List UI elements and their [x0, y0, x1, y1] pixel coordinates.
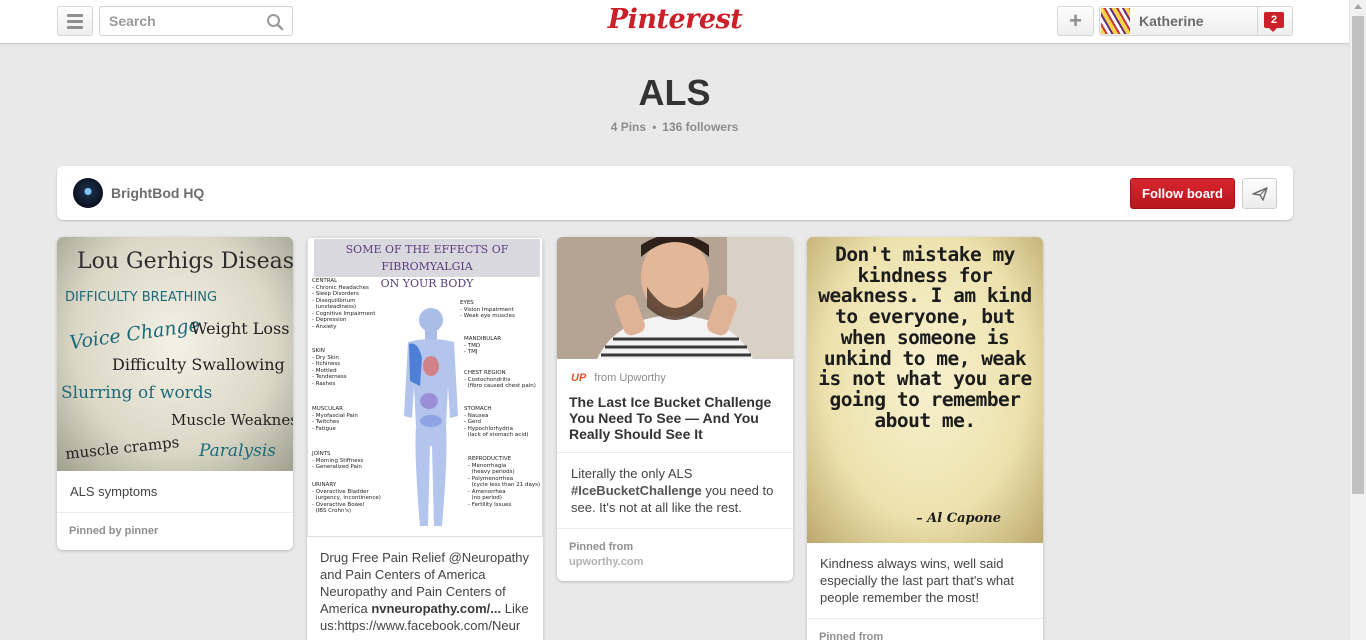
avatar [1101, 8, 1130, 34]
image-heading: SOME OF THE EFFECTS OF FIBROMYALGIA ON Y… [314, 239, 540, 290]
search-icon[interactable] [266, 13, 284, 31]
pin-footer[interactable]: Pinned by pinner [57, 512, 293, 550]
image-text: Paralysis [199, 441, 276, 461]
menu-button[interactable] [57, 6, 93, 36]
image-text: Lou Gerhigs Disease [77, 249, 293, 274]
scroll-thumb[interactable] [1352, 16, 1364, 494]
user-name: Katherine [1139, 13, 1204, 29]
owner-avatar[interactable] [73, 178, 103, 208]
image-text: MANDIBULAR - TMD - TMJ [464, 336, 502, 355]
pin-image[interactable] [557, 237, 793, 359]
plus-icon: + [1069, 8, 1082, 33]
top-bar: Pinterest + Katherine 2 [0, 0, 1349, 44]
image-text: Slurring of words [61, 383, 213, 403]
board-stats: 4 Pins • 136 followers [0, 120, 1349, 134]
pinterest-logo[interactable]: Pinterest [600, 4, 750, 38]
hashtag-link[interactable]: #IceBucketChallenge [571, 483, 702, 498]
image-text: CHEST REGION - Costochondritis (fibro ca… [464, 370, 536, 389]
image-text: muscle cramps [64, 433, 181, 463]
pin-description: Drug Free Pain Relief @Neuropathy and Pa… [320, 550, 530, 633]
pin-card[interactable]: SOME OF THE EFFECTS OF FIBROMYALGIA ON Y… [307, 237, 543, 640]
quote-text: Don't mistake my kindness for weakness. … [818, 243, 1032, 432]
pin-title[interactable]: The Last Ice Bucket Challenge You Need T… [557, 384, 793, 453]
add-pin-button[interactable]: + [1057, 6, 1094, 36]
upworthy-logo-icon: UP [571, 372, 587, 384]
pin-footer[interactable]: Pinned from [807, 618, 1043, 640]
pin-description: Kindness always wins, well said especial… [820, 556, 1014, 605]
pin-card[interactable]: UP from Upworthy The Last Ice Bucket Cha… [557, 237, 793, 581]
board-title: ALS [638, 72, 711, 113]
image-text: JOINTS - Morning Stiffness - Generalized… [312, 451, 364, 470]
page-scrollbar[interactable] [1349, 0, 1366, 640]
image-text: SKIN - Dry Skin - Itchiness - Mottled - … [312, 348, 347, 387]
pins-count[interactable]: 4 Pins [611, 120, 646, 134]
body-figure [404, 308, 458, 526]
pin-image[interactable]: SOME OF THE EFFECTS OF FIBROMYALGIA ON Y… [307, 237, 543, 537]
pin-footer-source[interactable]: upworthy.com [569, 555, 781, 570]
pin-attribution[interactable]: UP from Upworthy [557, 359, 793, 384]
send-board-button[interactable] [1242, 178, 1277, 209]
follow-board-button[interactable]: Follow board [1130, 178, 1235, 209]
image-text: REPRODUCTIVE - Menorrhagia (heavy period… [468, 456, 541, 508]
pin-source: from Upworthy [594, 372, 666, 384]
owner-name[interactable]: BrightBod HQ [111, 185, 204, 201]
send-icon [1251, 186, 1268, 201]
menu-icon-bar [67, 25, 83, 29]
menu-icon-bar [67, 13, 83, 17]
pin-description: ALS symptoms [70, 484, 158, 499]
image-text: Weight Loss [191, 319, 290, 338]
pin-image[interactable]: Lou Gerhigs Disease DIFFICULTY BREATHING… [57, 237, 293, 471]
image-text: Muscle Weakness [171, 411, 293, 429]
stats-separator: • [652, 120, 657, 134]
pin-card[interactable]: Don't mistake my kindness for weakness. … [807, 237, 1043, 640]
followers-count[interactable]: 136 followers [662, 120, 738, 134]
pin-card[interactable]: Lou Gerhigs Disease DIFFICULTY BREATHING… [57, 237, 293, 550]
scroll-up-arrow-icon[interactable] [1354, 4, 1362, 9]
notification-icon[interactable]: 2 [1264, 12, 1284, 32]
image-text: STOMACH - Nausea - Gerd - Hypochlorhydri… [464, 406, 529, 438]
image-text: Difficulty Swallowing [112, 355, 285, 374]
board-owner-bar: BrightBod HQ Follow board [57, 166, 1293, 220]
menu-icon-bar [67, 19, 83, 23]
image-text: DIFFICULTY BREATHING [65, 290, 218, 305]
pin-footer[interactable]: Pinned from upworthy.com [557, 528, 793, 581]
image-text: Voice Change [68, 313, 202, 355]
pin-description: Literally the only ALS #IceBucketChallen… [571, 466, 774, 515]
pin-source-link[interactable]: nvneuropathy.com/... [371, 601, 501, 616]
image-text: MUSCULAR - Myofascial Pain - Twitches - … [312, 406, 358, 432]
quote-author: – Al Capone [916, 511, 1001, 526]
user-menu-button[interactable]: Katherine 2 [1099, 6, 1293, 36]
search-input[interactable] [100, 7, 250, 35]
video-thumbnail [557, 237, 793, 359]
image-text: EYES - Vision Impairment - Weak eye musc… [460, 300, 515, 319]
image-text: CENTRAL - Chronic Headaches - Sleep Diso… [312, 278, 376, 330]
divider [1257, 7, 1258, 35]
pin-image[interactable]: Don't mistake my kindness for weakness. … [807, 237, 1043, 543]
search-box [99, 6, 293, 36]
image-text: URINARY - Overactive Bladder (urgency, i… [312, 482, 381, 514]
